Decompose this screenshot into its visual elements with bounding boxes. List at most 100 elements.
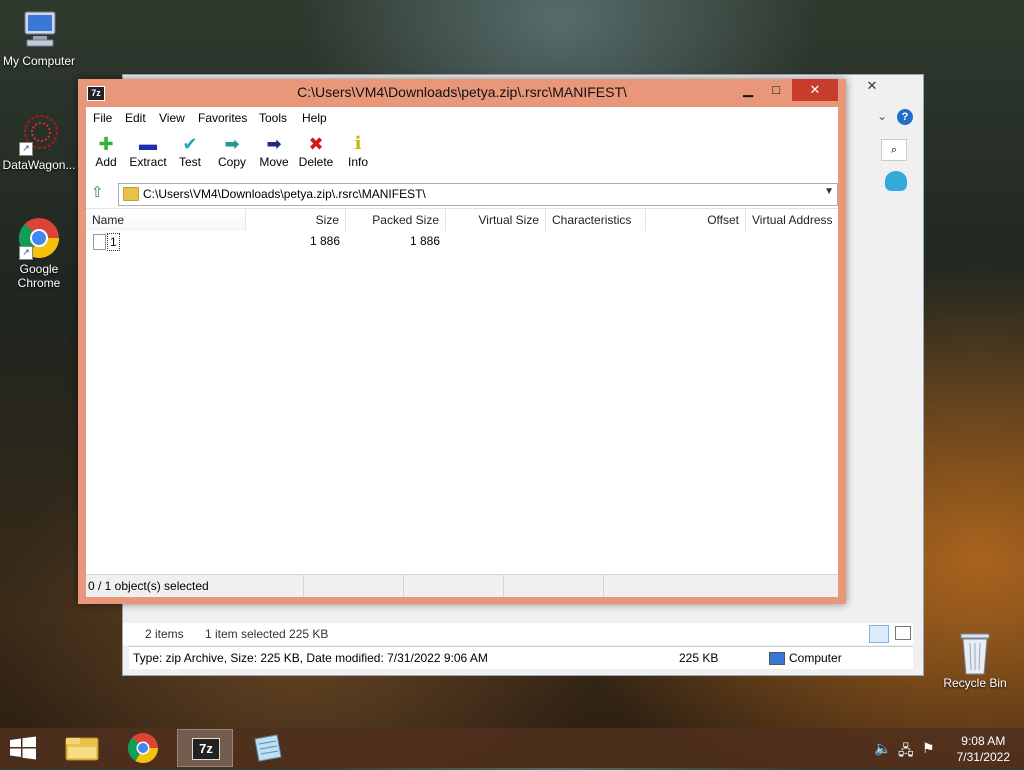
menu-bar: File Edit View Favorites Tools Help xyxy=(86,107,838,129)
file-icon xyxy=(93,234,106,250)
menu-favorites[interactable]: Favorites xyxy=(198,111,247,125)
7zip-window[interactable]: 7z C:\Users\VM4\Downloads\petya.zip\.rsr… xyxy=(78,79,846,604)
bg-search-icon[interactable]: ⌕ xyxy=(881,139,907,161)
test-label: Test xyxy=(178,155,201,169)
notepad-icon xyxy=(254,734,282,762)
maximize-button[interactable]: □ xyxy=(762,79,790,101)
chevron-down-icon[interactable]: ▼ xyxy=(824,186,834,197)
window-title: C:\Users\VM4\Downloads\petya.zip\.rsrc\M… xyxy=(297,84,627,100)
bg-chevron-down-icon[interactable]: ⌄ xyxy=(877,109,887,123)
row-size: 1 886 xyxy=(309,234,340,248)
extract-label: Extract xyxy=(129,155,167,169)
menu-edit[interactable]: Edit xyxy=(125,111,146,125)
status-bar: 0 / 1 object(s) selected xyxy=(86,574,838,597)
folder-icon xyxy=(123,187,139,201)
check-icon: ✔ xyxy=(182,134,198,154)
column-header-size[interactable]: Size xyxy=(246,209,346,231)
bg-close-icon[interactable]: ✕ xyxy=(861,77,883,95)
copy-button[interactable]: ➡ Copy xyxy=(210,133,254,169)
info-button[interactable]: i Info xyxy=(336,133,380,169)
row-packed-size: 1 886 xyxy=(409,234,440,248)
computer-icon xyxy=(17,8,61,52)
column-header-offset[interactable]: Offset xyxy=(646,209,746,231)
menu-file[interactable]: File xyxy=(93,111,112,125)
bg-status-size: 225 KB xyxy=(679,651,719,665)
menu-help[interactable]: Help xyxy=(302,111,327,125)
start-button[interactable] xyxy=(8,736,38,760)
status-segment-3 xyxy=(404,575,504,597)
windows-logo-icon xyxy=(10,736,36,760)
taskbar-7zip[interactable]: 7z xyxy=(177,729,233,767)
move-button[interactable]: ➡ Move xyxy=(252,133,296,169)
network-icon[interactable]: 🖧 xyxy=(898,740,914,764)
delete-label: Delete xyxy=(298,155,334,169)
clock[interactable]: 9:08 AM 7/31/2022 xyxy=(957,733,1010,765)
x-icon: ✖ xyxy=(308,134,324,154)
delete-button[interactable]: ✖ Delete xyxy=(294,133,338,169)
address-field[interactable]: C:\Users\VM4\Downloads\petya.zip\.rsrc\M… xyxy=(118,183,838,206)
computer-small-icon xyxy=(769,652,785,665)
desktop-icon-recycle-bin[interactable]: Recycle Bin xyxy=(936,630,1014,690)
column-header-name[interactable]: Name xyxy=(86,209,246,231)
taskbar-chrome[interactable] xyxy=(115,729,171,767)
menu-tools[interactable]: Tools xyxy=(259,111,287,125)
desktop-icon-google-chrome[interactable]: ↗ Google Chrome xyxy=(0,216,78,290)
minimize-button[interactable]: ▁ xyxy=(734,79,762,101)
menu-view[interactable]: View xyxy=(159,111,185,125)
info-icon: i xyxy=(354,133,362,154)
plus-icon: ✚ xyxy=(98,134,114,154)
action-center-flag-icon[interactable]: ⚑ xyxy=(922,740,935,757)
taskbar-notepad[interactable] xyxy=(239,729,295,767)
status-segment-2 xyxy=(304,575,404,597)
window-titlebar[interactable]: 7z C:\Users\VM4\Downloads\petya.zip\.rsr… xyxy=(78,79,846,107)
up-folder-icon[interactable]: ⇧ xyxy=(91,185,107,201)
add-button[interactable]: ✚ Add xyxy=(84,133,128,169)
toolbar: ✚ Add ▬ Extract ✔ Test ➡ Copy ➡ Move ✖ D… xyxy=(86,129,838,181)
chrome-icon: ↗ xyxy=(17,216,61,260)
bg-status-bar: Type: zip Archive, Size: 225 KB, Date mo… xyxy=(129,646,913,669)
window-client: File Edit View Favorites Tools Help ✚ Ad… xyxy=(86,107,838,597)
status-segment-4 xyxy=(504,575,604,597)
minus-icon: ▬ xyxy=(139,134,157,154)
desktop-icon-label: Google Chrome xyxy=(17,262,61,290)
move-label: Move xyxy=(259,155,289,169)
recycle-bin-icon xyxy=(953,630,997,675)
clock-time: 9:08 AM xyxy=(961,734,1006,748)
column-header-virtual-address[interactable]: Virtual Address xyxy=(746,209,838,231)
add-label: Add xyxy=(95,155,117,169)
details-view-icon[interactable] xyxy=(869,625,889,643)
shell-icon xyxy=(885,171,907,191)
extract-button[interactable]: ▬ Extract xyxy=(126,133,170,169)
clock-date: 7/31/2022 xyxy=(956,750,1010,764)
test-button[interactable]: ✔ Test xyxy=(168,133,212,169)
file-list[interactable]: Name Size Packed Size Virtual Size Chara… xyxy=(86,208,838,577)
column-header-packed-size[interactable]: Packed Size xyxy=(346,209,446,231)
shortcut-arrow-icon: ↗ xyxy=(19,142,33,156)
desktop-icon-my-computer[interactable]: My Computer xyxy=(0,8,78,68)
copy-label: Copy xyxy=(217,155,246,169)
bg-items-count: 2 items xyxy=(145,627,184,641)
address-bar: ⇧ C:\Users\VM4\Downloads\petya.zip\.rsrc… xyxy=(86,181,838,207)
desktop-icon-label: My Computer xyxy=(2,54,76,68)
close-button[interactable]: ✕ xyxy=(792,79,838,101)
desktop-icon-datawagon[interactable]: ↗ DataWagon... xyxy=(0,112,78,172)
column-header-virtual-size[interactable]: Virtual Size xyxy=(446,209,546,231)
taskbar-file-explorer[interactable] xyxy=(54,729,110,767)
datawagon-icon: ↗ xyxy=(17,112,61,156)
copy-arrow-icon: ➡ xyxy=(224,134,240,154)
speaker-muted-icon[interactable]: 🔈 xyxy=(874,740,891,757)
chrome-icon xyxy=(128,733,158,764)
bg-status-text: Type: zip Archive, Size: 225 KB, Date mo… xyxy=(133,651,488,665)
status-selected: 0 / 1 object(s) selected xyxy=(86,575,304,597)
bg-items-bar: 2 items 1 item selected 225 KB xyxy=(123,623,913,645)
column-header-characteristics[interactable]: Characteristics xyxy=(546,209,646,231)
shortcut-arrow-icon: ↗ xyxy=(19,246,33,260)
7zip-taskbar-icon: 7z xyxy=(192,738,220,760)
move-arrow-icon: ➡ xyxy=(266,134,282,154)
tiles-view-icon[interactable] xyxy=(895,626,911,640)
info-label: Info xyxy=(347,155,368,169)
file-explorer-icon xyxy=(65,737,99,761)
address-path: C:\Users\VM4\Downloads\petya.zip\.rsrc\M… xyxy=(143,187,426,201)
taskbar: 7z 🔈 🖧 ⚑ 9:08 AM 7/31/2022 xyxy=(0,728,1024,768)
help-icon[interactable]: ? xyxy=(897,109,913,125)
